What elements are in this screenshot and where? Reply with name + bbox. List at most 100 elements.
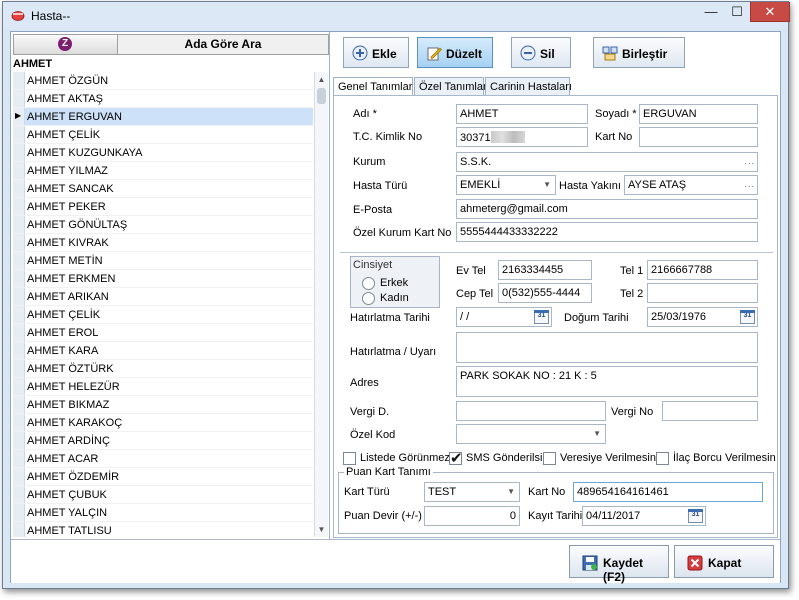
cancel-button-label: Kapat: [708, 556, 742, 570]
institution-field[interactable]: S.S.K....: [456, 152, 758, 172]
scroll-thumb[interactable]: [317, 88, 326, 104]
list-item[interactable]: AHMET ARDİNÇ: [13, 432, 313, 450]
tc-label: T.C. Kimlik No: [353, 131, 423, 143]
title-bar[interactable]: Hasta-- — ☐ ✕: [3, 2, 790, 29]
list-item[interactable]: AHMET ÇELİK: [13, 306, 313, 324]
list-item[interactable]: AHMET ÖZDEMİR: [13, 468, 313, 486]
list-item[interactable]: AHMET ACAR: [13, 450, 313, 468]
list-item[interactable]: AHMET KUZGUNKAYA: [13, 144, 313, 162]
sms-checkbox[interactable]: [449, 449, 463, 467]
no-credit-checkbox[interactable]: [543, 452, 556, 465]
tab-general[interactable]: Genel Tanımlar: [333, 77, 413, 97]
surname-label: Soyadı *: [595, 108, 637, 120]
list-item[interactable]: AHMET YALÇIN: [13, 504, 313, 522]
balance-field[interactable]: 0: [424, 506, 520, 526]
list-item[interactable]: AHMET PEKER: [13, 198, 313, 216]
merge-button[interactable]: Birleştir: [593, 37, 685, 68]
relative-field[interactable]: AYSE ATAŞ...: [624, 175, 758, 195]
relative-browse-icon[interactable]: ...: [744, 179, 755, 189]
hide-list-checkbox[interactable]: [343, 452, 356, 465]
institution-browse-icon[interactable]: ...: [744, 156, 755, 166]
row-indicator: [13, 180, 25, 197]
calendar-icon[interactable]: 31: [688, 509, 703, 523]
calendar-icon[interactable]: 31: [740, 310, 755, 324]
list-item[interactable]: AHMET YILMAZ: [13, 162, 313, 180]
list-item[interactable]: AHMET KARA: [13, 342, 313, 360]
male-radio[interactable]: [362, 277, 375, 290]
points-card-no-field[interactable]: 489654164161461: [573, 482, 763, 502]
relative-label: Hasta Yakını: [559, 180, 621, 192]
reminder-note-field[interactable]: [456, 332, 758, 363]
patient-name: AHMET KUZGUNKAYA: [27, 147, 143, 159]
general-form: Adı * AHMET Soyadı * ERGUVAN T.C. Kimlik…: [333, 95, 778, 538]
email-field[interactable]: ahmeterg@gmail.com: [456, 199, 758, 219]
list-item[interactable]: AHMET EROL: [13, 324, 313, 342]
card-type-select[interactable]: TEST ▼: [424, 482, 520, 502]
mobile-field[interactable]: 0(532)555-4444: [498, 283, 592, 303]
tab-special[interactable]: Özel Tanımlar: [414, 77, 487, 96]
list-item[interactable]: AHMET HELEZÜR: [13, 378, 313, 396]
tel1-field[interactable]: 2166667788: [647, 260, 758, 280]
patient-name: AHMET ÇELİK: [27, 129, 101, 141]
tax-office-label: Vergi D.: [350, 406, 390, 418]
list-item[interactable]: AHMET AKTAŞ: [13, 90, 313, 108]
list-item[interactable]: AHMET ERKMEN: [13, 270, 313, 288]
special-code-select[interactable]: ▼: [456, 424, 606, 444]
home-tel-field[interactable]: 2163334455: [498, 260, 592, 280]
close-icon: [687, 555, 703, 571]
special-card-field[interactable]: 5555444433332222: [456, 222, 758, 242]
tel2-field[interactable]: [647, 283, 758, 303]
list-item[interactable]: AHMET ÖZTÜRK: [13, 360, 313, 378]
tc-value: 30371: [460, 132, 491, 144]
tax-no-field[interactable]: [662, 401, 758, 421]
search-mode-button[interactable]: Z: [14, 35, 118, 54]
patient-window: Hasta-- — ☐ ✕ Z Ada Göre Ara AHMET AHMET…: [2, 1, 790, 589]
tc-redacted: [490, 131, 525, 143]
close-window-button[interactable]: ✕: [750, 2, 790, 22]
list-item[interactable]: AHMET BIKMAZ: [13, 396, 313, 414]
list-item[interactable]: AHMET ÇUBUK: [13, 486, 313, 504]
institution-label: Kurum: [353, 156, 386, 168]
scroll-down-icon[interactable]: ▼: [315, 523, 328, 536]
reminder-date-field[interactable]: / / 31: [456, 307, 552, 327]
list-item[interactable]: AHMET ARIKAN: [13, 288, 313, 306]
list-item[interactable]: AHMET GÖNÜLTAŞ: [13, 216, 313, 234]
row-indicator: [13, 414, 25, 431]
row-indicator: [13, 198, 25, 215]
list-item[interactable]: AHMET TATLISU: [13, 522, 313, 537]
list-item[interactable]: AHMET ÖZGÜN: [13, 72, 313, 90]
save-button[interactable]: Kaydet (F2): [569, 545, 669, 584]
patient-name: AHMET ÇUBUK: [27, 489, 107, 501]
row-indicator: [13, 144, 25, 161]
card-field[interactable]: [639, 127, 758, 147]
cancel-button[interactable]: Kapat: [674, 545, 774, 578]
surname-field[interactable]: ERGUVAN: [639, 104, 758, 124]
address-field[interactable]: PARK SOKAK NO : 21 K : 5: [456, 366, 758, 397]
delete-button[interactable]: Sil: [511, 37, 571, 68]
minimize-button[interactable]: —: [698, 2, 724, 22]
add-button[interactable]: Ekle: [343, 37, 409, 68]
tc-field[interactable]: 30371: [456, 127, 588, 147]
list-scrollbar[interactable]: ▲ ▼: [314, 72, 328, 537]
female-radio[interactable]: [362, 292, 375, 305]
row-indicator: [13, 72, 25, 89]
reg-date-field[interactable]: 04/11/2017 31: [582, 506, 706, 526]
list-item[interactable]: AHMET SANCAK: [13, 180, 313, 198]
list-item[interactable]: AHMET KARAKOÇ: [13, 414, 313, 432]
birth-date-field[interactable]: 25/03/1976 31: [647, 307, 758, 327]
tax-office-field[interactable]: [456, 401, 606, 421]
list-item[interactable]: AHMET ERGUVAN: [13, 108, 313, 126]
edit-button[interactable]: Düzelt: [417, 37, 493, 68]
maximize-button[interactable]: ☐: [724, 2, 750, 22]
list-item[interactable]: AHMET METİN: [13, 252, 313, 270]
patient-type-select[interactable]: EMEKLİ ▼: [456, 175, 556, 195]
calendar-icon[interactable]: 31: [534, 310, 549, 324]
tab-account-patients[interactable]: Carinin Hastaları: [485, 77, 572, 96]
list-item[interactable]: AHMET KIVRAK: [13, 234, 313, 252]
list-item[interactable]: AHMET ÇELİK: [13, 126, 313, 144]
scroll-up-icon[interactable]: ▲: [315, 73, 328, 86]
search-bar: Z Ada Göre Ara: [13, 34, 329, 55]
name-field[interactable]: AHMET: [456, 104, 588, 124]
row-indicator: [13, 270, 25, 287]
no-drug-debt-checkbox[interactable]: [656, 452, 669, 465]
